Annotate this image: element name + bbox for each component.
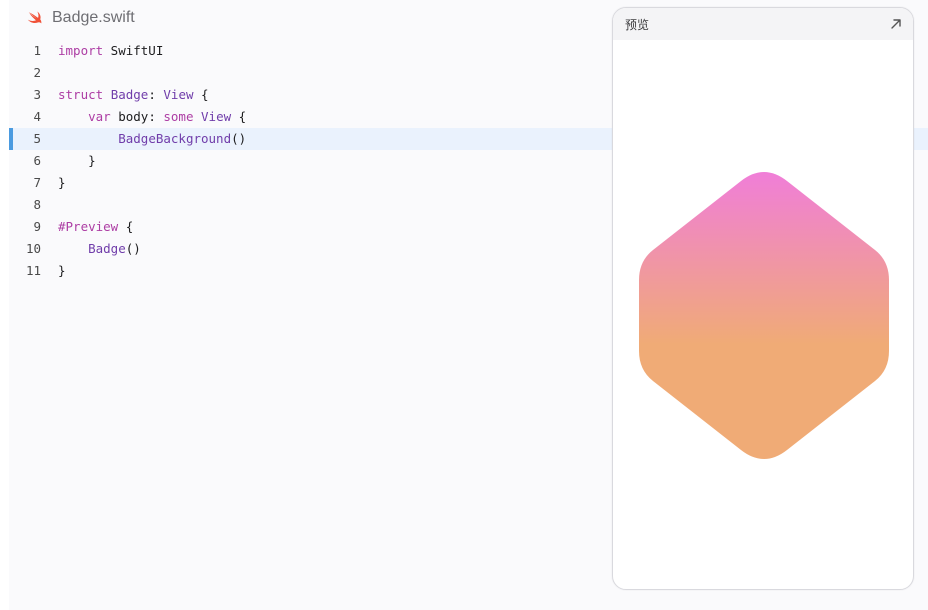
code-token: () — [231, 131, 247, 146]
line-number: 5 — [33, 131, 41, 146]
line-number: 9 — [33, 219, 41, 234]
swift-icon — [27, 11, 42, 24]
code-token: { — [193, 87, 209, 102]
code-token: SwiftUI — [103, 43, 164, 58]
code-token: var — [88, 109, 111, 124]
code-token: import — [58, 43, 104, 58]
code-token: { — [231, 109, 247, 124]
line-number: 6 — [33, 153, 41, 168]
line-number: 2 — [33, 65, 41, 80]
line-content: Badge() — [58, 238, 141, 260]
preview-panel: 预览 — [612, 7, 914, 590]
line-content: var body: some View { — [58, 106, 246, 128]
file-tab[interactable]: Badge.swift — [26, 7, 135, 29]
line-number: 4 — [33, 109, 41, 124]
code-token: Badge — [88, 241, 126, 256]
code-token: } — [58, 263, 66, 278]
code-token: View — [163, 87, 194, 102]
line-content: #Preview { — [58, 216, 133, 238]
line-number: 1 — [33, 43, 41, 58]
code-token: some — [163, 109, 194, 124]
line-content: BadgeBackground() — [58, 128, 246, 150]
code-token: View — [201, 109, 232, 124]
code-token: : — [148, 87, 164, 102]
line-number: 11 — [25, 263, 41, 278]
code-token: } — [58, 175, 66, 190]
line-content: struct Badge: View { — [58, 84, 209, 106]
xcode-window: Badge.swift 1 import SwiftUI 2 3 struct Badg… — [0, 0, 928, 610]
code-token: body: — [110, 109, 164, 124]
badge-hexagon — [639, 172, 889, 459]
code-token: Badge — [110, 87, 149, 102]
line-number: 8 — [33, 197, 41, 212]
code-token: #Preview — [58, 219, 119, 234]
line-content: } — [58, 260, 66, 282]
code-token: { — [118, 219, 134, 234]
preview-title: 预览 — [625, 18, 650, 32]
line-content: import SwiftUI — [58, 40, 163, 62]
code-token: () — [125, 241, 141, 256]
line-number: 7 — [33, 175, 41, 190]
file-name: Badge.swift — [52, 9, 135, 26]
line-number: 10 — [25, 241, 41, 256]
arrow-up-right-icon[interactable] — [887, 15, 905, 33]
badge-preview — [639, 172, 889, 459]
line-content: } — [58, 172, 66, 194]
code-token: BadgeBackground — [118, 131, 232, 146]
code-token: } — [58, 153, 96, 168]
preview-header: 预览 — [613, 8, 913, 40]
code-token: struct — [58, 87, 104, 102]
line-content: } — [58, 150, 96, 172]
line-number: 3 — [33, 87, 41, 102]
